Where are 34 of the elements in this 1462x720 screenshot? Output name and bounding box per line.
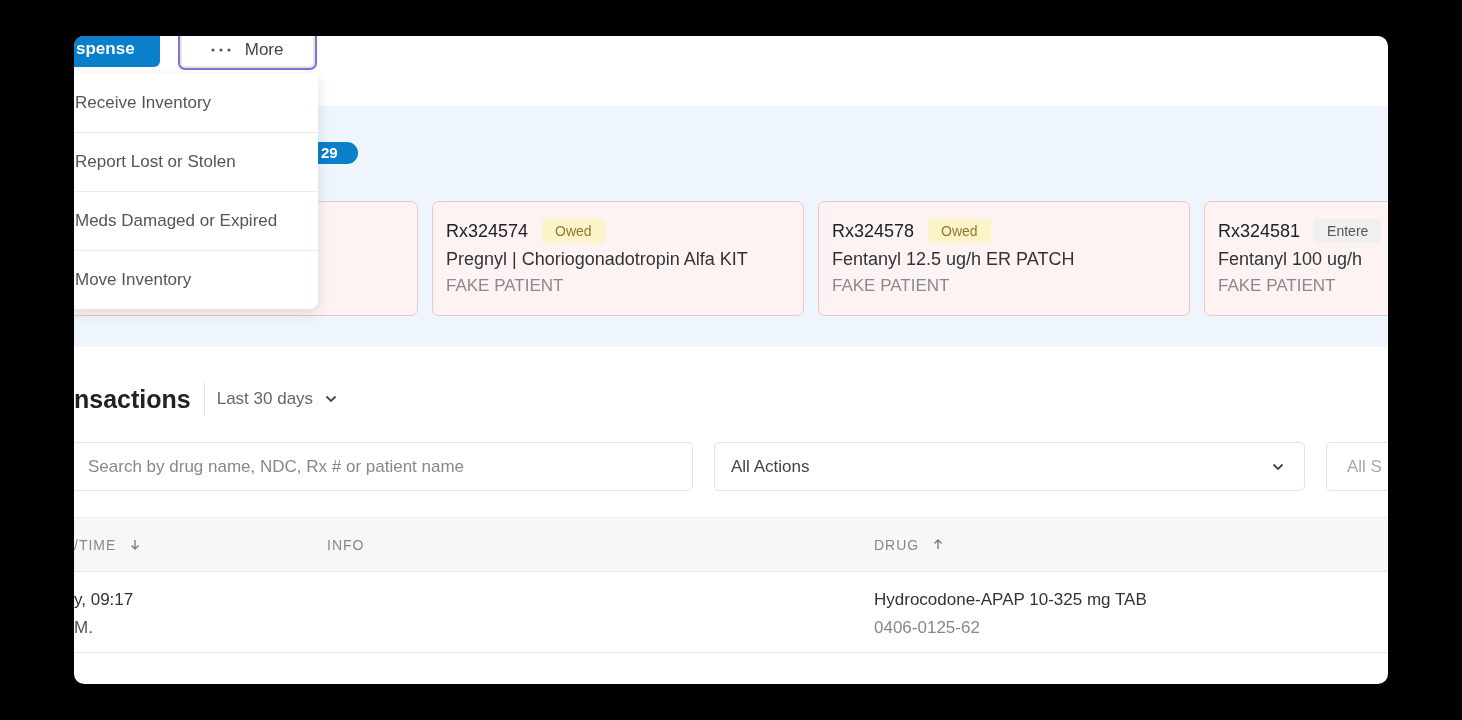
status-tag: Owed (928, 219, 991, 243)
more-button[interactable]: More (177, 36, 317, 70)
table-cell-text: M. (74, 618, 94, 638)
menu-item[interactable]: Move Inventory (74, 251, 318, 309)
patient-name: FAKE PATIENT (446, 276, 565, 296)
drug-name: Fentanyl 100 ug/h (1218, 249, 1364, 270)
arrow-down-icon (130, 539, 141, 550)
prescription-card[interactable]: Rx324578 Owed Fentanyl 12.5 ug/h ER PATCH FAKE PATIENT (818, 201, 1190, 316)
drug-name: Pregnyl | Choriogonadotropin Alfa KIT (446, 249, 749, 270)
rx-number: Rx324578 (832, 220, 915, 242)
prescription-card[interactable]: Rx324574 Owed Pregnyl | Choriogonadotropin Alfa KIT FAKE PATIENT (432, 201, 804, 316)
filter-dropdown[interactable]: All Actions (714, 442, 1305, 491)
prescription-card[interactable]: Rx324581 Entere Fentanyl 100 ug/h FAKE PATIENT (1204, 201, 1388, 316)
search-field[interactable]: Search by drug name, NDC, Rx # or patient name (74, 442, 693, 491)
status-tag: Owed (542, 219, 605, 243)
patient-name: FAKE PATIENT (832, 276, 951, 296)
arrow-up-icon (933, 539, 944, 550)
drug-name: Fentanyl 12.5 ug/h ER PATCH (832, 249, 1076, 270)
chevron-down-icon (1272, 462, 1284, 471)
rx-number: Rx324581 (1218, 220, 1301, 242)
table-cell-text: y, 09:17 (74, 590, 135, 610)
status-tag: Entere (1314, 219, 1382, 243)
menu-item[interactable]: Receive Inventory (74, 74, 318, 133)
menu-item[interactable]: Meds Damaged or Expired (74, 192, 318, 251)
section-title: nsactions (74, 384, 191, 414)
menu-item[interactable]: Report Lost or Stolen (74, 133, 318, 192)
table-cell-text: 0406-0125-62 (874, 618, 981, 638)
chevron-down-icon (325, 395, 338, 403)
rx-number: Rx324574 (446, 220, 529, 242)
more-icon (210, 48, 231, 52)
patient-name: FAKE PATIENT (1218, 276, 1337, 296)
period-dropdown[interactable]: Last 30 days (216, 389, 338, 409)
table-cell-text: Hydrocodone-APAP 10-325 mg TAB (874, 590, 1148, 610)
dispense-button[interactable]: spense (74, 36, 160, 67)
